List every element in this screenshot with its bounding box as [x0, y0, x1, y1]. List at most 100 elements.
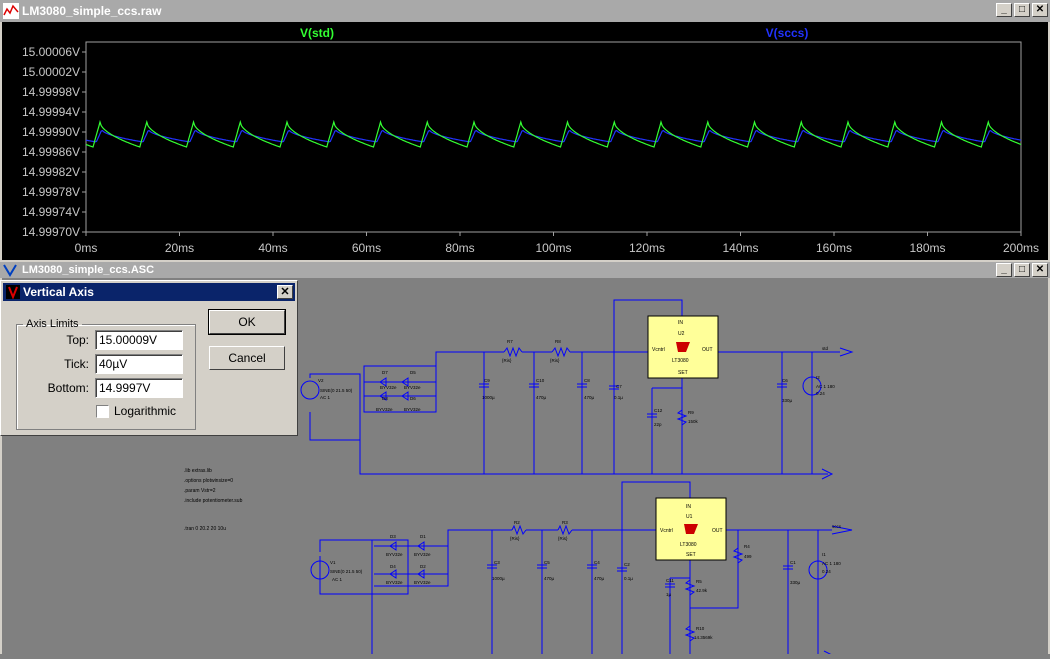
directive-line[interactable]: .include potentiometer.sub [184, 498, 243, 504]
schematic-window-titlebar[interactable]: LM3080_simple_ccs.ASC _ □ ✕ [0, 262, 1050, 278]
waveform-window: LM3080_simple_ccs.raw _ □ ✕ 15.00006V 15.… [0, 0, 1050, 262]
top-input[interactable] [95, 330, 183, 350]
resistor-r7[interactable] [503, 346, 523, 358]
y-tick-label: 15.00002V [22, 65, 80, 79]
waveform-window-title: LM3080_simple_ccs.raw [22, 4, 162, 18]
svg-text:R8: R8 [555, 339, 561, 344]
logarithmic-checkbox[interactable] [96, 405, 109, 418]
series-line-std [85, 119, 1022, 148]
svg-text:BYV32e: BYV32e [404, 385, 421, 390]
svg-text:R9: R9 [688, 410, 694, 415]
cancel-button[interactable]: Cancel [209, 346, 285, 370]
spice-directives[interactable]: .lib extras.lib .options plotwinsize=0 .… [184, 468, 243, 532]
wire[interactable] [309, 373, 361, 441]
y-tick-label: 14.99994V [22, 105, 80, 119]
logarithmic-label[interactable]: Logarithmic [114, 404, 176, 418]
wire[interactable] [491, 530, 819, 656]
top-label: Top: [66, 333, 89, 347]
svg-text:BYV32e: BYV32e [414, 580, 431, 585]
svg-text:R4: R4 [744, 544, 750, 549]
wire[interactable] [363, 365, 437, 413]
svg-text:R7: R7 [507, 339, 513, 344]
ok-button[interactable]: OK [208, 309, 286, 335]
net-flag [839, 347, 854, 357]
close-button[interactable]: ✕ [1032, 263, 1048, 277]
svg-text:22p: 22p [654, 422, 662, 427]
series-line-sccs [85, 129, 1022, 143]
svg-text:D1: D1 [420, 534, 426, 539]
svg-text:SET: SET [678, 370, 688, 376]
svg-text:D3: D3 [390, 534, 396, 539]
legend-series-std: V(std) [300, 26, 334, 40]
y-tick-label: 14.99970V [22, 225, 80, 239]
svg-text:AC 1 180: AC 1 180 [822, 561, 841, 566]
bottom-input[interactable] [95, 378, 183, 398]
waveform-window-titlebar[interactable]: LM3080_simple_ccs.raw _ □ ✕ [0, 0, 1050, 22]
wire[interactable] [364, 381, 436, 397]
svg-text:IN: IN [678, 320, 683, 326]
svg-text:D6: D6 [410, 396, 416, 401]
svg-text:BYV32e: BYV32e [376, 407, 393, 412]
svg-text:1µ: 1µ [666, 592, 672, 597]
directive-line[interactable]: .lib extras.lib [184, 468, 212, 474]
svg-text:42.9k: 42.9k [696, 588, 708, 593]
dialog-close-button[interactable]: ✕ [277, 285, 293, 299]
svg-text:Vcntrl: Vcntrl [652, 347, 665, 353]
dialog-titlebar[interactable]: Vertical Axis ✕ [3, 283, 295, 301]
bridge-diodes[interactable] [389, 541, 425, 579]
directive-line[interactable]: .param Vstr=2 [184, 488, 216, 494]
wire[interactable] [359, 412, 828, 475]
x-tick-label: 80ms [445, 241, 474, 255]
svg-text:sccs: sccs [832, 524, 842, 529]
svg-text:470µ: 470µ [594, 576, 605, 581]
wire[interactable] [651, 387, 683, 474]
resistor-r2[interactable] [511, 524, 527, 536]
svg-text:C3: C3 [494, 560, 500, 565]
svg-text:R10: R10 [696, 626, 705, 631]
wire[interactable] [447, 529, 512, 566]
svg-text:C10: C10 [536, 378, 545, 383]
directive-line[interactable]: .tran 0 20.2 20 10u [184, 526, 226, 532]
capacitor-plates[interactable] [479, 383, 787, 418]
minimize-button[interactable]: _ [996, 263, 1012, 277]
x-tick-label: 40ms [258, 241, 287, 255]
svg-text:V2: V2 [318, 378, 324, 383]
waveform-chart[interactable]: 15.00006V 15.00002V 14.99998V 14.99994V 14.9… [2, 22, 1048, 260]
svg-text:BYV32e: BYV32e [386, 580, 403, 585]
svg-text:SINE(0 21.5 50): SINE(0 21.5 50) [320, 388, 353, 393]
svg-text:U1: U1 [686, 514, 693, 520]
svg-text:{Ris}: {Ris} [558, 536, 568, 541]
legend-series-sccs: V(sccs) [766, 26, 809, 40]
svg-text:SINE(0 21.5 50): SINE(0 21.5 50) [330, 569, 363, 574]
svg-text:std: std [822, 346, 829, 351]
svg-text:I2: I2 [816, 375, 820, 380]
y-tick-label: 14.99982V [22, 165, 80, 179]
x-tick-label: 140ms [722, 241, 758, 255]
plot-pane[interactable]: 15.00006V 15.00002V 14.99998V 14.99994V 14.9… [2, 22, 1048, 260]
maximize-button[interactable]: □ [1014, 3, 1030, 17]
axis-limits-legend: Axis Limits [26, 318, 79, 330]
close-button[interactable]: ✕ [1032, 3, 1048, 17]
svg-text:V1: V1 [330, 560, 336, 565]
resistor-r3[interactable] [557, 524, 573, 536]
directive-line[interactable]: .options plotwinsize=0 [184, 478, 233, 484]
svg-text:AC 1: AC 1 [332, 577, 343, 582]
svg-text:C12: C12 [654, 408, 663, 413]
minimize-button[interactable]: _ [996, 3, 1012, 17]
resistor-r8[interactable] [551, 346, 571, 358]
svg-text:C8: C8 [584, 378, 590, 383]
maximize-button[interactable]: □ [1014, 263, 1030, 277]
svg-text:C4: C4 [594, 560, 600, 565]
svg-text:D5: D5 [410, 370, 416, 375]
tick-input[interactable] [95, 354, 183, 374]
x-tick-label: 120ms [629, 241, 665, 255]
wire[interactable] [435, 351, 504, 389]
voltage-source-v2[interactable] [300, 380, 320, 400]
svg-text:0.24: 0.24 [822, 569, 831, 574]
svg-text:D2: D2 [420, 564, 426, 569]
waveform-icon [3, 3, 19, 19]
wire[interactable] [371, 540, 832, 657]
schematic-icon [3, 264, 17, 277]
capacitor-plates[interactable] [487, 564, 793, 588]
svg-text:OUT: OUT [702, 347, 713, 353]
